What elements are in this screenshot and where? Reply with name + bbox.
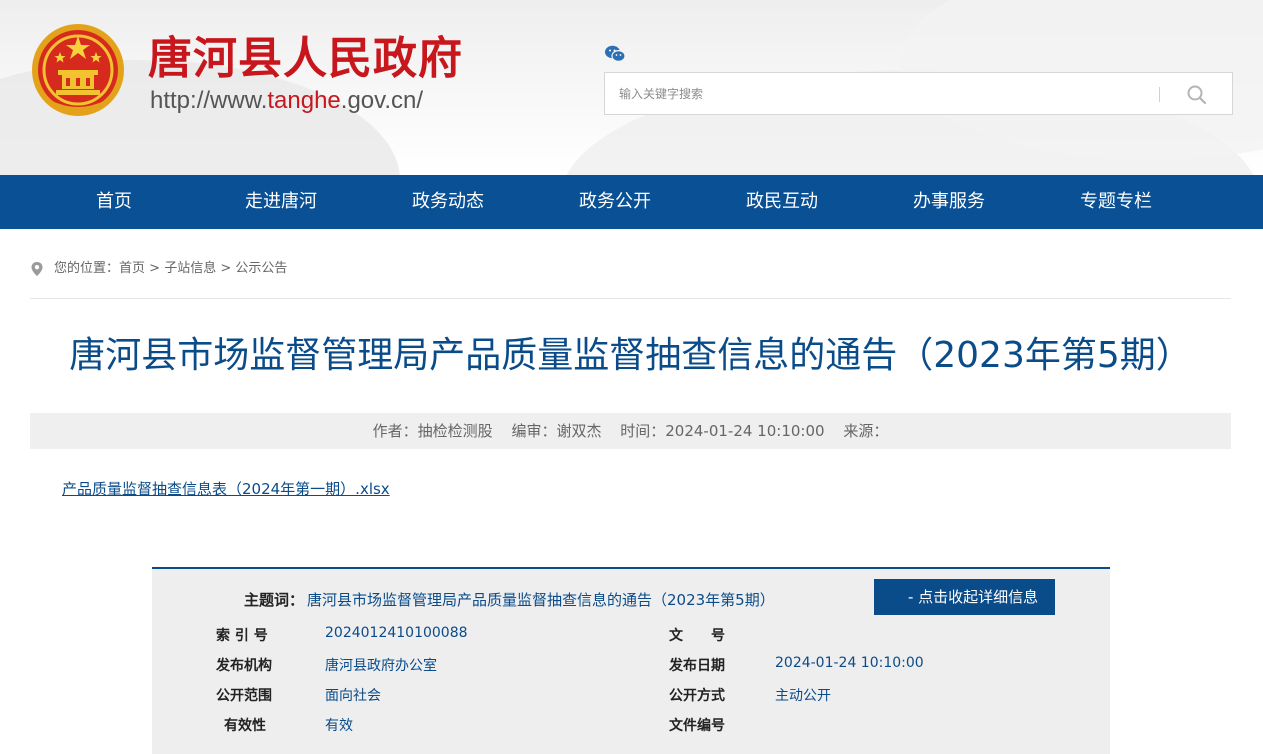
subject-label: 主题词：: [244, 591, 305, 609]
attachment-link[interactable]: 产品质量监督抽查信息表（2024年第一期）.xlsx: [62, 478, 390, 499]
nav-item-topics[interactable]: 专题专栏: [1046, 175, 1186, 229]
nav-item-interaction[interactable]: 政民互动: [712, 175, 852, 229]
mode-label: 公开方式: [669, 688, 725, 704]
org-value: 唐河县政府办公室: [325, 658, 437, 674]
index-label: 索 引 号: [216, 628, 268, 644]
site-title: 唐河县人民政府: [148, 33, 463, 84]
org-label: 发布机构: [216, 658, 272, 674]
breadcrumb-current[interactable]: 公示公告: [235, 261, 287, 276]
date-value: 2024-01-24 10:10:00: [775, 655, 924, 671]
site-url-highlight: tanghe: [267, 87, 341, 114]
site-header: 唐河县人民政府 http://www.tanghe.gov.cn/: [0, 0, 1263, 175]
wechat-icon[interactable]: [604, 44, 626, 64]
nav-item-about[interactable]: 走进唐河: [211, 175, 351, 229]
info-panel: 主题词： 唐河县市场监督管理局产品质量监督抽查信息的通告（2023年第5期） -…: [152, 567, 1110, 754]
search-input[interactable]: [619, 83, 1139, 105]
scope-label: 公开范围: [216, 688, 272, 704]
search-icon[interactable]: [1185, 83, 1209, 107]
file-number-label: 文件编号: [669, 718, 725, 734]
divider: [30, 298, 1231, 299]
nav-item-home[interactable]: 首页: [44, 175, 184, 229]
location-pin-icon: [31, 262, 43, 276]
article-title: 唐河县市场监督管理局产品质量监督抽查信息的通告（2023年第5期）: [69, 335, 1192, 376]
collapse-details-button[interactable]: - 点击收起详细信息: [874, 579, 1055, 615]
breadcrumb-sep: >: [149, 261, 161, 276]
subject-value: 唐河县市场监督管理局产品质量监督抽查信息的通告（2023年第5期）: [307, 591, 775, 609]
search-divider: [1159, 87, 1160, 102]
nav-item-disclosure[interactable]: 政务公开: [545, 175, 685, 229]
validity-value: 有效: [325, 718, 353, 734]
main-nav: 首页 走进唐河 政务动态 政务公开 政民互动 办事服务 专题专栏: [0, 175, 1263, 229]
index-value: 2024012410100088: [325, 625, 468, 641]
site-url: http://www.tanghe.gov.cn/: [150, 89, 423, 113]
breadcrumb-section[interactable]: 子站信息: [164, 261, 216, 276]
breadcrumb-home[interactable]: 首页: [119, 261, 145, 276]
site-url-suffix: .gov.cn/: [340, 87, 424, 114]
meta-editor: 编审：谢双杰: [511, 422, 602, 440]
breadcrumb-sep: >: [220, 261, 232, 276]
doc-number-label: 文 号: [669, 628, 725, 644]
scope-value: 面向社会: [325, 688, 381, 704]
meta-time: 时间：2024-01-24 10:10:00: [620, 422, 825, 440]
search-box: [604, 72, 1233, 115]
meta-author: 作者：抽检检测股: [372, 422, 493, 440]
site-url-prefix: http://www.: [150, 87, 268, 114]
breadcrumb-prefix: 您的位置：: [54, 261, 120, 276]
article-meta: 作者：抽检检测股 编审：谢双杰 时间：2024-01-24 10:10:00 来…: [30, 413, 1231, 449]
meta-source: 来源：: [843, 422, 889, 440]
nav-item-services[interactable]: 办事服务: [879, 175, 1019, 229]
date-label: 发布日期: [669, 658, 725, 674]
nav-item-news[interactable]: 政务动态: [378, 175, 518, 229]
national-emblem-icon: [32, 24, 124, 116]
validity-label: 有效性: [224, 718, 266, 734]
mode-value: 主动公开: [775, 688, 831, 704]
